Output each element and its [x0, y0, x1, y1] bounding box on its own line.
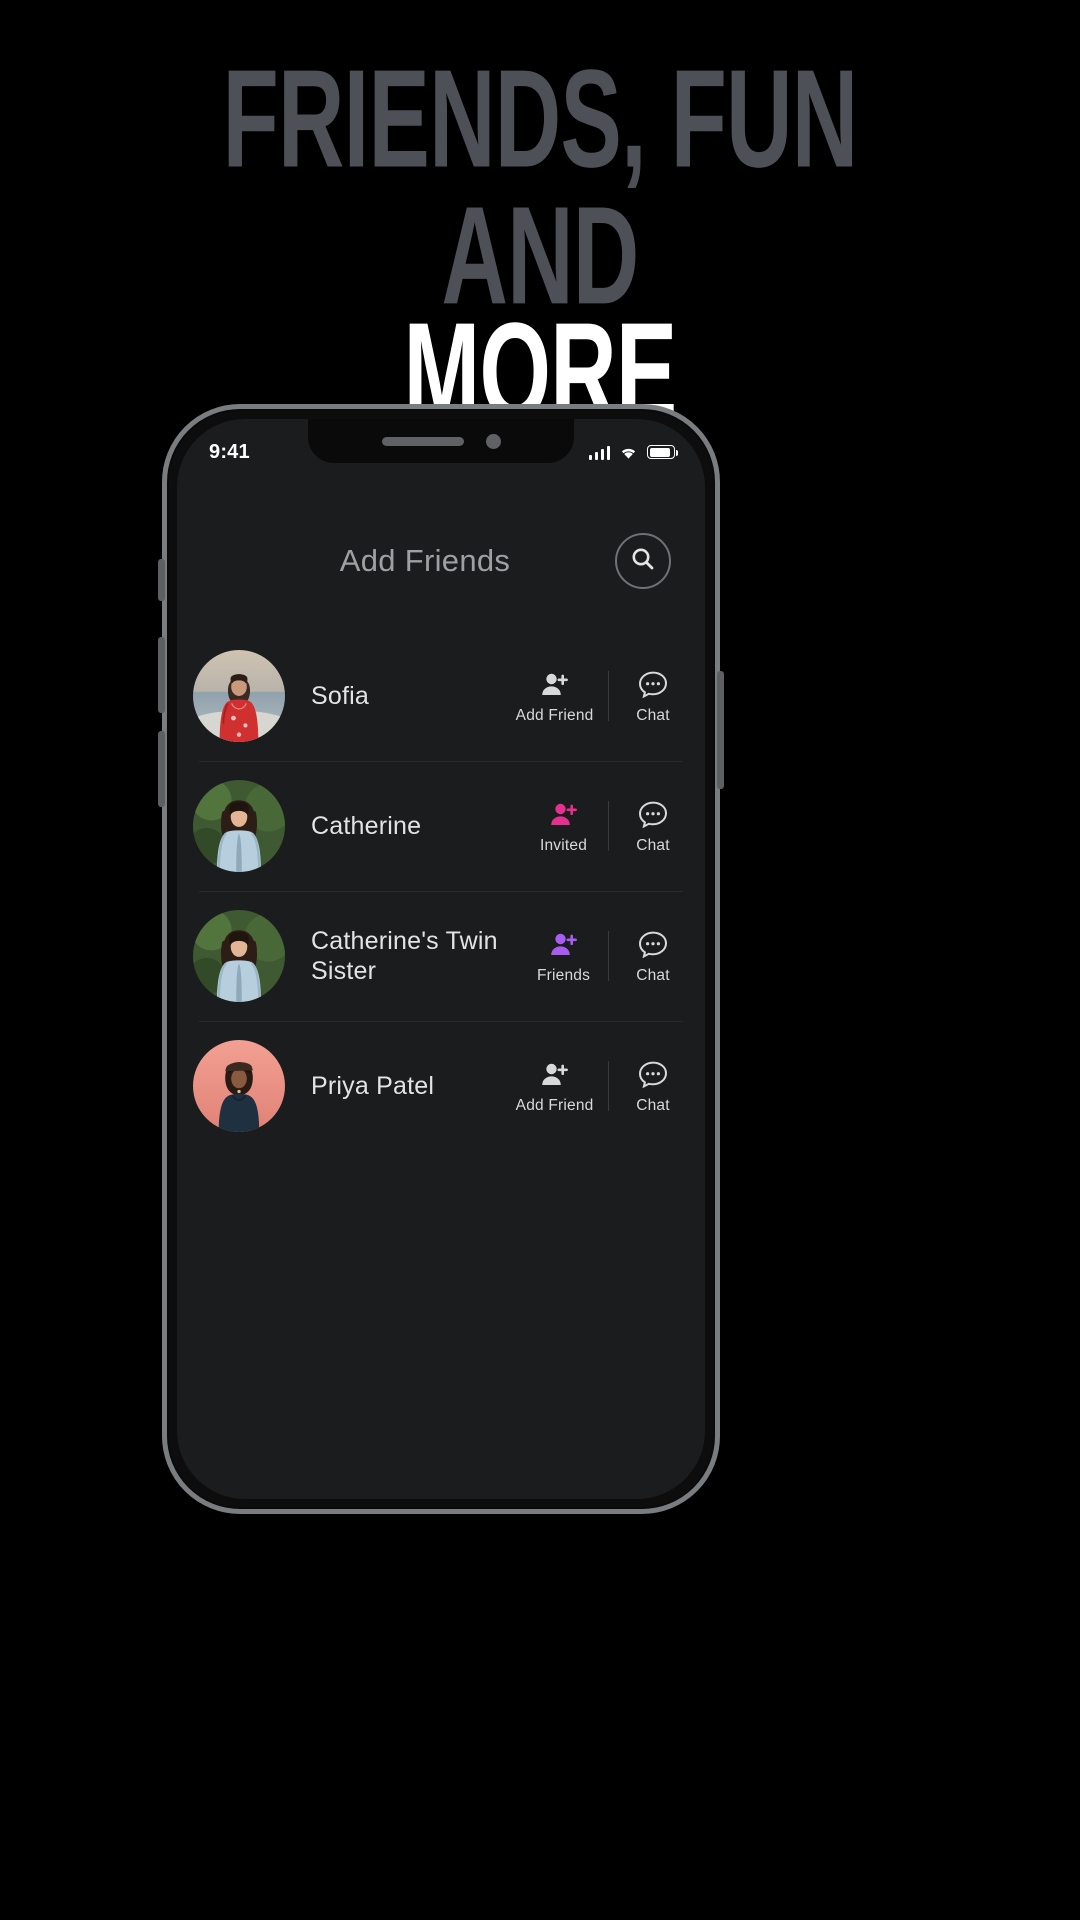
add-friend-label: Add Friend	[515, 1096, 594, 1114]
add-person-icon	[550, 798, 578, 832]
headline-line-1: FRIENDS, FUN AND	[222, 41, 859, 334]
chat-label: Chat	[636, 836, 670, 854]
friend-row[interactable]: Catherine's Twin Sister Friends Chat	[177, 891, 705, 1021]
chat-bubble-icon	[639, 928, 667, 962]
chat-button[interactable]: Chat	[615, 928, 691, 985]
chat-button[interactable]: Chat	[615, 798, 691, 855]
add-person-icon	[550, 928, 578, 962]
add-friend-button[interactable]: Add Friend	[508, 1058, 602, 1115]
phone-volume-down-button	[158, 731, 165, 807]
phone-mute-switch	[158, 559, 165, 601]
action-divider	[607, 801, 609, 851]
friend-name: Catherine's Twin Sister	[311, 927, 498, 985]
add-person-icon	[541, 668, 569, 702]
add-friend-label: Add Friend	[515, 706, 594, 724]
friend-name: Catherine	[311, 812, 422, 840]
chat-button[interactable]: Chat	[615, 1058, 691, 1115]
chat-label: Chat	[636, 706, 670, 724]
friend-row[interactable]: Priya Patel Add Friend Chat	[177, 1021, 705, 1151]
friend-row[interactable]: Sofia Add Friend Chat	[177, 631, 705, 761]
chat-bubble-icon	[639, 798, 667, 832]
phone-mockup: 9:41 Add Friends Sofia Add Friend Chat C…	[158, 404, 724, 1514]
action-divider	[607, 671, 609, 721]
page-title: Add Friends	[339, 543, 511, 578]
phone-volume-up-button	[158, 637, 165, 713]
avatar-sofia	[193, 650, 285, 742]
front-camera-icon	[485, 433, 501, 449]
search-icon	[630, 546, 656, 577]
avatar-catherine	[193, 780, 285, 872]
friend-name: Sofia	[311, 682, 369, 710]
avatar-priya-patel	[193, 1040, 285, 1132]
status-bar-clock: 9:41	[209, 440, 250, 463]
action-divider	[607, 931, 609, 981]
battery-icon	[647, 445, 678, 459]
phone-power-button	[717, 671, 724, 789]
friends-label: Friends	[536, 966, 591, 984]
chat-label: Chat	[636, 966, 670, 984]
action-divider	[607, 1061, 609, 1111]
avatar-catherines-twin-sister	[193, 910, 285, 1002]
friends-button[interactable]: Friends	[526, 928, 602, 985]
add-friend-button[interactable]: Add Friend	[508, 668, 602, 725]
friend-row[interactable]: Catherine Invited Chat	[177, 761, 705, 891]
earpiece-speaker-icon	[381, 436, 464, 446]
app-header: Add Friends	[177, 515, 705, 607]
cellular-signal-icon	[588, 445, 610, 460]
friend-list: Sofia Add Friend Chat Catherine Invited …	[177, 631, 705, 1151]
chat-button[interactable]: Chat	[615, 668, 691, 725]
chat-bubble-icon	[639, 1058, 667, 1092]
friend-actions: Invited Chat	[526, 798, 692, 855]
add-person-icon	[541, 1058, 569, 1092]
friend-actions: Friends Chat	[526, 928, 692, 985]
promo-screenshot: FRIENDS, FUN AND MORE 9:41 Add Friends S…	[0, 0, 1080, 1920]
promo-headline: FRIENDS, FUN AND MORE	[0, 41, 1080, 442]
status-bar-icons	[588, 445, 678, 460]
chat-label: Chat	[636, 1096, 670, 1114]
wifi-icon	[619, 445, 638, 460]
phone-screen: 9:41 Add Friends Sofia Add Friend Chat C…	[177, 419, 705, 1499]
invited-button[interactable]: Invited	[526, 798, 602, 855]
invited-label: Invited	[539, 836, 588, 854]
friend-name: Priya Patel	[311, 1072, 435, 1100]
phone-notch	[308, 419, 574, 463]
friend-actions: Add Friend Chat	[508, 1058, 691, 1115]
search-button[interactable]	[615, 533, 671, 589]
chat-bubble-icon	[639, 668, 667, 702]
friend-actions: Add Friend Chat	[508, 668, 691, 725]
